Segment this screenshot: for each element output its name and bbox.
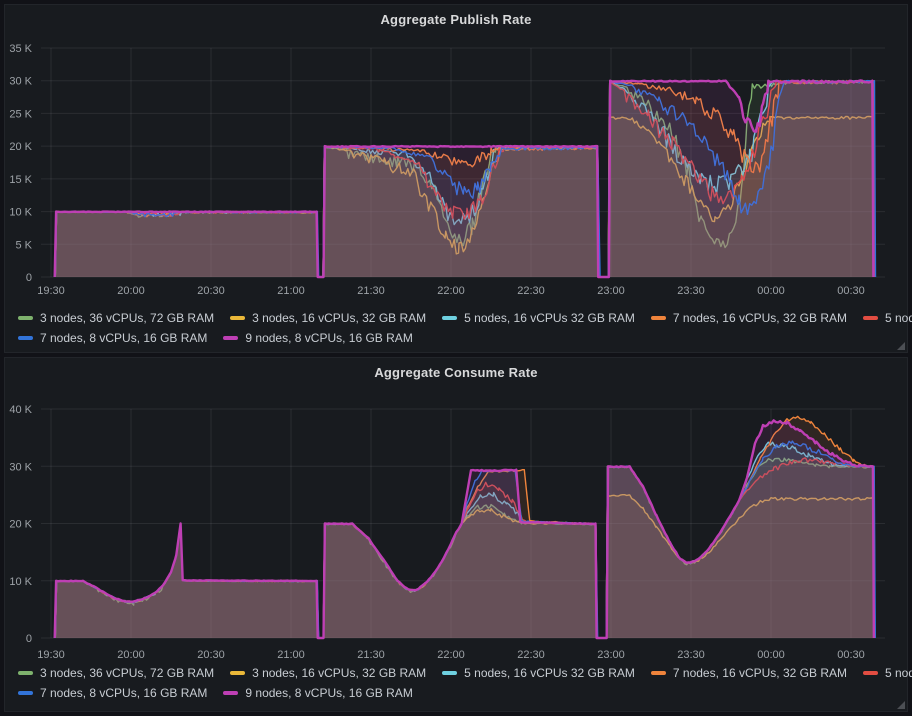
- legend-label: 3 nodes, 36 vCPUs, 72 GB RAM: [40, 666, 214, 680]
- legend-color-swatch-icon: [863, 671, 878, 675]
- legend-label: 5 nodes, 16 vCPUs 32 GB RAM: [464, 311, 635, 325]
- legend-color-swatch-icon: [18, 336, 33, 340]
- y-tick-label: 40 K: [9, 404, 32, 416]
- x-tick-label: 22:00: [437, 649, 465, 661]
- legend-item[interactable]: 7 nodes, 8 vCPUs, 16 GB RAM: [18, 328, 207, 348]
- x-tick-label: 19:30: [37, 285, 65, 297]
- legend-color-swatch-icon: [18, 316, 33, 320]
- x-tick-label: 21:30: [357, 649, 385, 661]
- y-tick-label: 0: [26, 272, 32, 284]
- panel-aggregate-publish-rate: Aggregate Publish Rate 05 K10 K15 K20 K2…: [4, 4, 908, 353]
- legend-item[interactable]: 3 nodes, 16 vCPUs, 32 GB RAM: [230, 663, 426, 683]
- x-tick-label: 23:30: [677, 285, 705, 297]
- x-tick-label: 00:00: [757, 285, 785, 297]
- legend-color-swatch-icon: [18, 691, 33, 695]
- panel-resize-handle-icon[interactable]: [897, 342, 905, 350]
- x-tick-label: 20:30: [197, 285, 225, 297]
- x-tick-label: 21:00: [277, 285, 305, 297]
- x-tick-label: 23:00: [597, 285, 625, 297]
- legend-label: 3 nodes, 16 vCPUs, 32 GB RAM: [252, 311, 426, 325]
- legend-label: 3 nodes, 36 vCPUs, 72 GB RAM: [40, 311, 214, 325]
- y-tick-label: 30 K: [9, 76, 32, 88]
- legend-row: 7 nodes, 8 vCPUs, 16 GB RAM 9 nodes, 8 vC…: [18, 683, 899, 703]
- panel-aggregate-consume-rate: Aggregate Consume Rate 010 K20 K30 K40 K…: [4, 357, 908, 712]
- legend-item[interactable]: 7 nodes, 16 vCPUs, 32 GB RAM: [651, 663, 847, 683]
- x-tick-label: 00:00: [757, 649, 785, 661]
- panel-resize-handle-icon[interactable]: [897, 701, 905, 709]
- legend-row: 3 nodes, 36 vCPUs, 72 GB RAM 3 nodes, 16 …: [18, 663, 899, 683]
- legend-color-swatch-icon: [863, 316, 878, 320]
- legend-label: 5 nodes, 8 vCPUs, 16 GB RAM: [885, 311, 912, 325]
- legend: 3 nodes, 36 vCPUs, 72 GB RAM 3 nodes, 16 …: [18, 663, 899, 703]
- legend-item[interactable]: 9 nodes, 8 vCPUs, 16 GB RAM: [223, 328, 412, 348]
- y-tick-label: 0: [26, 633, 32, 645]
- legend-row: 7 nodes, 8 vCPUs, 16 GB RAM 9 nodes, 8 vC…: [18, 328, 899, 348]
- legend-item[interactable]: 3 nodes, 36 vCPUs, 72 GB RAM: [18, 663, 214, 683]
- legend-item[interactable]: 9 nodes, 8 vCPUs, 16 GB RAM: [223, 683, 412, 703]
- legend-label: 7 nodes, 16 vCPUs, 32 GB RAM: [673, 666, 847, 680]
- x-tick-label: 23:00: [597, 649, 625, 661]
- x-tick-label: 19:30: [37, 649, 65, 661]
- legend-row: 3 nodes, 36 vCPUs, 72 GB RAM 3 nodes, 16 …: [18, 308, 899, 328]
- legend-color-swatch-icon: [442, 671, 457, 675]
- consume-rate-chart[interactable]: 0 10 K 20 K 30 K 40 K 19:30 20:00 20:30 21:00 21:…: [5, 358, 907, 664]
- legend-item[interactable]: 5 nodes, 16 vCPUs 32 GB RAM: [442, 663, 635, 683]
- x-tick-label: 22:30: [517, 649, 545, 661]
- y-tick-label: 10 K: [9, 207, 32, 219]
- legend-label: 7 nodes, 16 vCPUs, 32 GB RAM: [673, 311, 847, 325]
- x-tick-label: 20:00: [117, 285, 145, 297]
- y-tick-label: 20 K: [9, 519, 32, 531]
- y-tick-label: 20 K: [9, 141, 32, 153]
- x-tick-label: 00:30: [837, 649, 865, 661]
- x-tick-label: 21:00: [277, 649, 305, 661]
- x-tick-label: 00:30: [837, 285, 865, 297]
- y-tick-label: 5 K: [15, 239, 32, 251]
- legend-color-swatch-icon: [651, 316, 666, 320]
- legend-color-swatch-icon: [18, 671, 33, 675]
- legend-item[interactable]: 5 nodes, 8 vCPUs, 16 GB RAM: [863, 308, 912, 328]
- legend-item[interactable]: 3 nodes, 16 vCPUs, 32 GB RAM: [230, 308, 426, 328]
- legend: 3 nodes, 36 vCPUs, 72 GB RAM 3 nodes, 16 …: [18, 308, 899, 348]
- y-tick-label: 30 K: [9, 461, 32, 473]
- legend-item[interactable]: 5 nodes, 8 vCPUs, 16 GB RAM: [863, 663, 912, 683]
- legend-label: 5 nodes, 16 vCPUs 32 GB RAM: [464, 666, 635, 680]
- series-area: [55, 420, 874, 638]
- x-tick-label: 20:00: [117, 649, 145, 661]
- legend-item[interactable]: 5 nodes, 16 vCPUs 32 GB RAM: [442, 308, 635, 328]
- legend-item[interactable]: 7 nodes, 8 vCPUs, 16 GB RAM: [18, 683, 207, 703]
- y-tick-label: 35 K: [9, 43, 32, 55]
- y-tick-label: 15 K: [9, 174, 32, 186]
- legend-label: 7 nodes, 8 vCPUs, 16 GB RAM: [40, 331, 207, 345]
- legend-color-swatch-icon: [223, 691, 238, 695]
- x-tick-label: 21:30: [357, 285, 385, 297]
- legend-color-swatch-icon: [442, 316, 457, 320]
- legend-item[interactable]: 3 nodes, 36 vCPUs, 72 GB RAM: [18, 308, 214, 328]
- publish-rate-chart[interactable]: 0 5 K 10 K 15 K 20 K 25 K 30 K 35 K 19:30 20:00 20…: [5, 5, 907, 305]
- legend-label: 5 nodes, 8 vCPUs, 16 GB RAM: [885, 666, 912, 680]
- legend-item[interactable]: 7 nodes, 16 vCPUs, 32 GB RAM: [651, 308, 847, 328]
- legend-label: 9 nodes, 8 vCPUs, 16 GB RAM: [245, 686, 412, 700]
- legend-color-swatch-icon: [230, 671, 245, 675]
- x-tick-label: 22:30: [517, 285, 545, 297]
- legend-color-swatch-icon: [223, 336, 238, 340]
- y-tick-label: 25 K: [9, 108, 32, 120]
- x-tick-label: 22:00: [437, 285, 465, 297]
- x-tick-label: 20:30: [197, 649, 225, 661]
- legend-label: 9 nodes, 8 vCPUs, 16 GB RAM: [245, 331, 412, 345]
- legend-color-swatch-icon: [651, 671, 666, 675]
- legend-label: 7 nodes, 8 vCPUs, 16 GB RAM: [40, 686, 207, 700]
- legend-label: 3 nodes, 16 vCPUs, 32 GB RAM: [252, 666, 426, 680]
- legend-color-swatch-icon: [230, 316, 245, 320]
- x-tick-label: 23:30: [677, 649, 705, 661]
- y-tick-label: 10 K: [9, 576, 32, 588]
